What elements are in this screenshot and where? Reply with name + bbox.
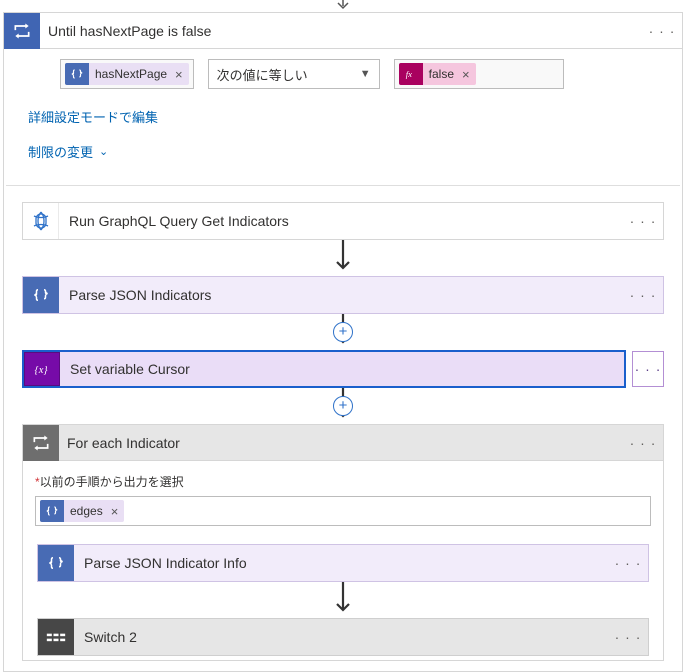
condition-operator-select[interactable]: 次の値に等しい ▼ xyxy=(208,59,380,89)
change-limit-link[interactable]: 制限の変更 ⌄ xyxy=(28,142,108,161)
action-parse-json-indicator-info[interactable]: Parse JSON Indicator Info · · · xyxy=(37,544,649,582)
add-action-button[interactable]: + xyxy=(333,396,353,416)
token-remove-button[interactable]: × xyxy=(111,504,119,519)
action-menu-button[interactable]: · · · xyxy=(632,351,664,387)
until-header-bar[interactable]: Until hasNextPage is false · · · xyxy=(4,13,682,49)
code-braces-icon xyxy=(40,500,64,522)
foreach-body: *以前の手順から出力を選択 edges × xyxy=(23,461,663,660)
divider xyxy=(6,185,680,186)
foreach-icon xyxy=(23,425,59,461)
select-from-previous-label: *以前の手順から出力を選択 xyxy=(35,473,651,490)
condition-row: hasNextPage × 次の値に等しい ▼ fx false × xyxy=(4,49,682,99)
token-hasnextpage[interactable]: hasNextPage × xyxy=(65,63,189,85)
arrow-connector xyxy=(37,582,649,618)
token-label: hasNextPage xyxy=(95,67,167,81)
until-menu-button[interactable]: · · · xyxy=(642,23,682,39)
action-parse-json-indicators[interactable]: Parse JSON Indicators · · · xyxy=(22,276,664,314)
action-area: Run GraphQL Query Get Indicators · · · P… xyxy=(4,192,682,671)
edit-advanced-mode-link[interactable]: 詳細設定モードで編集 xyxy=(28,107,158,126)
code-braces-icon xyxy=(38,545,74,581)
condition-right-input[interactable]: fx false × xyxy=(394,59,564,89)
action-switch-2[interactable]: Switch 2 · · · xyxy=(37,618,649,656)
operator-label: 次の値に等しい xyxy=(217,65,308,84)
svg-text:fx: fx xyxy=(405,69,411,79)
arrow-connector: + xyxy=(22,388,664,424)
foreach-container: For each Indicator · · · *以前の手順から出力を選択 e… xyxy=(22,424,664,661)
action-set-variable-row: {x} Set variable Cursor · · · xyxy=(22,350,664,388)
code-braces-icon xyxy=(65,63,89,85)
arrow-connector: + xyxy=(22,314,664,350)
token-edges[interactable]: edges × xyxy=(40,500,124,522)
chevron-down-icon: ▼ xyxy=(360,68,371,80)
condition-left-input[interactable]: hasNextPage × xyxy=(60,59,194,89)
action-menu-button[interactable]: · · · xyxy=(608,629,648,645)
until-loop-container: Until hasNextPage is false · · · hasNext… xyxy=(3,12,683,672)
token-label: false xyxy=(429,67,454,81)
token-remove-button[interactable]: × xyxy=(175,67,183,82)
foreach-header-bar[interactable]: For each Indicator · · · xyxy=(23,425,663,461)
action-title: Set variable Cursor xyxy=(60,361,624,377)
loop-icon xyxy=(4,13,40,49)
add-action-button[interactable]: + xyxy=(333,322,353,342)
arrow-connector xyxy=(22,240,664,276)
change-limit-label: 制限の変更 xyxy=(28,142,93,161)
token-remove-button[interactable]: × xyxy=(462,67,470,82)
foreach-actions: Parse JSON Indicator Info · · · Switch 2… xyxy=(35,526,651,656)
switch-icon xyxy=(38,619,74,655)
fx-icon: fx xyxy=(399,63,423,85)
foreach-menu-button[interactable]: · · · xyxy=(623,435,663,451)
svg-text:{x}: {x} xyxy=(35,365,49,376)
action-title: Switch 2 xyxy=(74,629,608,645)
action-title: Parse JSON Indicators xyxy=(59,287,623,303)
until-title: Until hasNextPage is false xyxy=(40,23,642,39)
action-menu-button[interactable]: · · · xyxy=(623,213,663,229)
code-braces-icon xyxy=(23,277,59,313)
incoming-arrow xyxy=(0,0,686,12)
action-menu-button[interactable]: · · · xyxy=(608,555,648,571)
action-set-variable-cursor[interactable]: {x} Set variable Cursor xyxy=(22,350,626,388)
chevron-down-icon: ⌄ xyxy=(99,145,108,158)
action-title: Parse JSON Indicator Info xyxy=(74,555,608,571)
foreach-input[interactable]: edges × xyxy=(35,496,651,526)
action-title: Run GraphQL Query Get Indicators xyxy=(59,213,623,229)
token-label: edges xyxy=(70,504,103,518)
connector-icon xyxy=(23,203,59,239)
foreach-title: For each Indicator xyxy=(59,435,623,451)
action-menu-button[interactable]: · · · xyxy=(623,287,663,303)
token-false[interactable]: fx false × xyxy=(399,63,476,85)
action-run-graphql[interactable]: Run GraphQL Query Get Indicators · · · xyxy=(22,202,664,240)
variable-icon: {x} xyxy=(24,352,60,386)
